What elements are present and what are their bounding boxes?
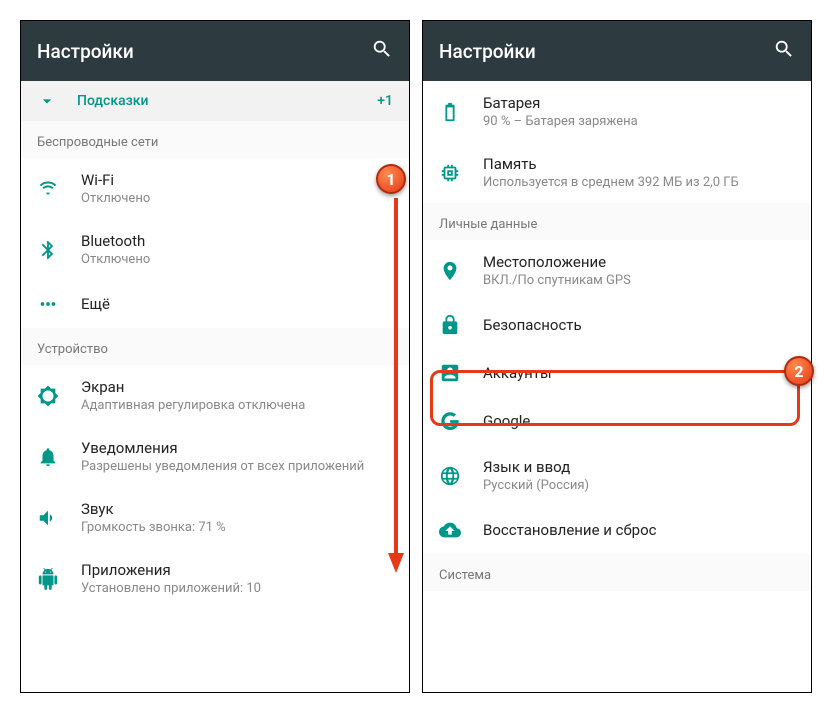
item-memory[interactable]: Память Используется в среднем 392 МБ из … (423, 142, 811, 203)
hints-row[interactable]: Подсказки +1 (21, 81, 409, 121)
location-icon (439, 260, 483, 282)
battery-icon (439, 101, 483, 123)
item-notifications[interactable]: Уведомления Разрешены уведомления от все… (21, 426, 409, 487)
annotation-badge-1: 1 (376, 164, 406, 194)
display-title: Экран (81, 378, 393, 396)
item-sound[interactable]: Звук Громкость звонка: 71 % (21, 487, 409, 548)
phone-right: Настройки Батарея 90 % – Батарея заряжен… (422, 20, 812, 693)
item-security[interactable]: Безопасность (423, 301, 811, 349)
wifi-title: Wi-Fi (81, 171, 393, 189)
hints-label: Подсказки (77, 93, 377, 109)
globe-icon (439, 465, 483, 487)
item-location[interactable]: Местоположение ВКЛ./По спутникам GPS (423, 240, 811, 301)
page-title: Настройки (439, 40, 536, 63)
section-personal: Личные данные (423, 203, 811, 240)
brightness-icon (37, 385, 81, 407)
memory-title: Память (483, 155, 795, 173)
account-icon (439, 362, 483, 384)
chevron-down-icon (37, 91, 65, 111)
sound-subtitle: Громкость звонка: 71 % (81, 520, 393, 535)
lock-icon (439, 314, 483, 336)
bell-icon (37, 446, 81, 468)
backup-title: Восстановление и сброс (483, 521, 795, 539)
bluetooth-subtitle: Отключено (81, 252, 393, 267)
item-more[interactable]: Ещё (21, 280, 409, 328)
cloud-upload-icon (439, 519, 483, 541)
memory-icon (439, 162, 483, 184)
appbar: Настройки (423, 21, 811, 81)
item-wifi[interactable]: Wi-Fi Отключено (21, 158, 409, 219)
annotation-badge-2: 2 (784, 356, 814, 386)
section-device: Устройство (21, 328, 409, 365)
notifications-title: Уведомления (81, 439, 393, 457)
item-apps[interactable]: Приложения Установлено приложений: 10 (21, 548, 409, 609)
page-title: Настройки (37, 40, 134, 63)
google-title: Google (483, 412, 795, 430)
more-icon (37, 293, 81, 315)
phone-left: Настройки Подсказки +1 Беспроводные сети… (20, 20, 410, 693)
item-battery[interactable]: Батарея 90 % – Батарея заряжена (423, 81, 811, 142)
annotation-arrow (386, 198, 406, 578)
item-accounts[interactable]: Аккаунты (423, 349, 811, 397)
memory-subtitle: Используется в среднем 392 МБ из 2,0 ГБ (483, 175, 795, 190)
search-icon[interactable] (371, 38, 393, 64)
hints-count: +1 (377, 93, 393, 109)
google-icon (439, 410, 483, 432)
battery-title: Батарея (483, 94, 795, 112)
notifications-subtitle: Разрешены уведомления от всех приложений (81, 459, 393, 474)
item-google[interactable]: Google (423, 397, 811, 445)
display-subtitle: Адаптивная регулировка отключена (81, 398, 393, 413)
security-title: Безопасность (483, 316, 795, 334)
accounts-title: Аккаунты (483, 364, 795, 382)
language-subtitle: Русский (Россия) (483, 478, 795, 493)
bluetooth-icon (37, 239, 81, 261)
location-title: Местоположение (483, 253, 795, 271)
battery-subtitle: 90 % – Батарея заряжена (483, 114, 795, 129)
sound-icon (37, 507, 81, 529)
apps-title: Приложения (81, 561, 393, 579)
section-wireless: Беспроводные сети (21, 121, 409, 158)
language-title: Язык и ввод (483, 458, 795, 476)
location-subtitle: ВКЛ./По спутникам GPS (483, 273, 795, 288)
appbar: Настройки (21, 21, 409, 81)
sound-title: Звук (81, 500, 393, 518)
search-icon[interactable] (773, 38, 795, 64)
item-bluetooth[interactable]: Bluetooth Отключено (21, 219, 409, 280)
section-system: Система (423, 554, 811, 591)
more-title: Ещё (81, 295, 393, 313)
apps-subtitle: Установлено приложений: 10 (81, 581, 393, 596)
item-backup[interactable]: Восстановление и сброс (423, 506, 811, 554)
item-display[interactable]: Экран Адаптивная регулировка отключена (21, 365, 409, 426)
bluetooth-title: Bluetooth (81, 232, 393, 250)
item-language[interactable]: Язык и ввод Русский (Россия) (423, 445, 811, 506)
android-icon (37, 568, 81, 590)
wifi-subtitle: Отключено (81, 191, 393, 206)
wifi-icon (37, 178, 81, 200)
